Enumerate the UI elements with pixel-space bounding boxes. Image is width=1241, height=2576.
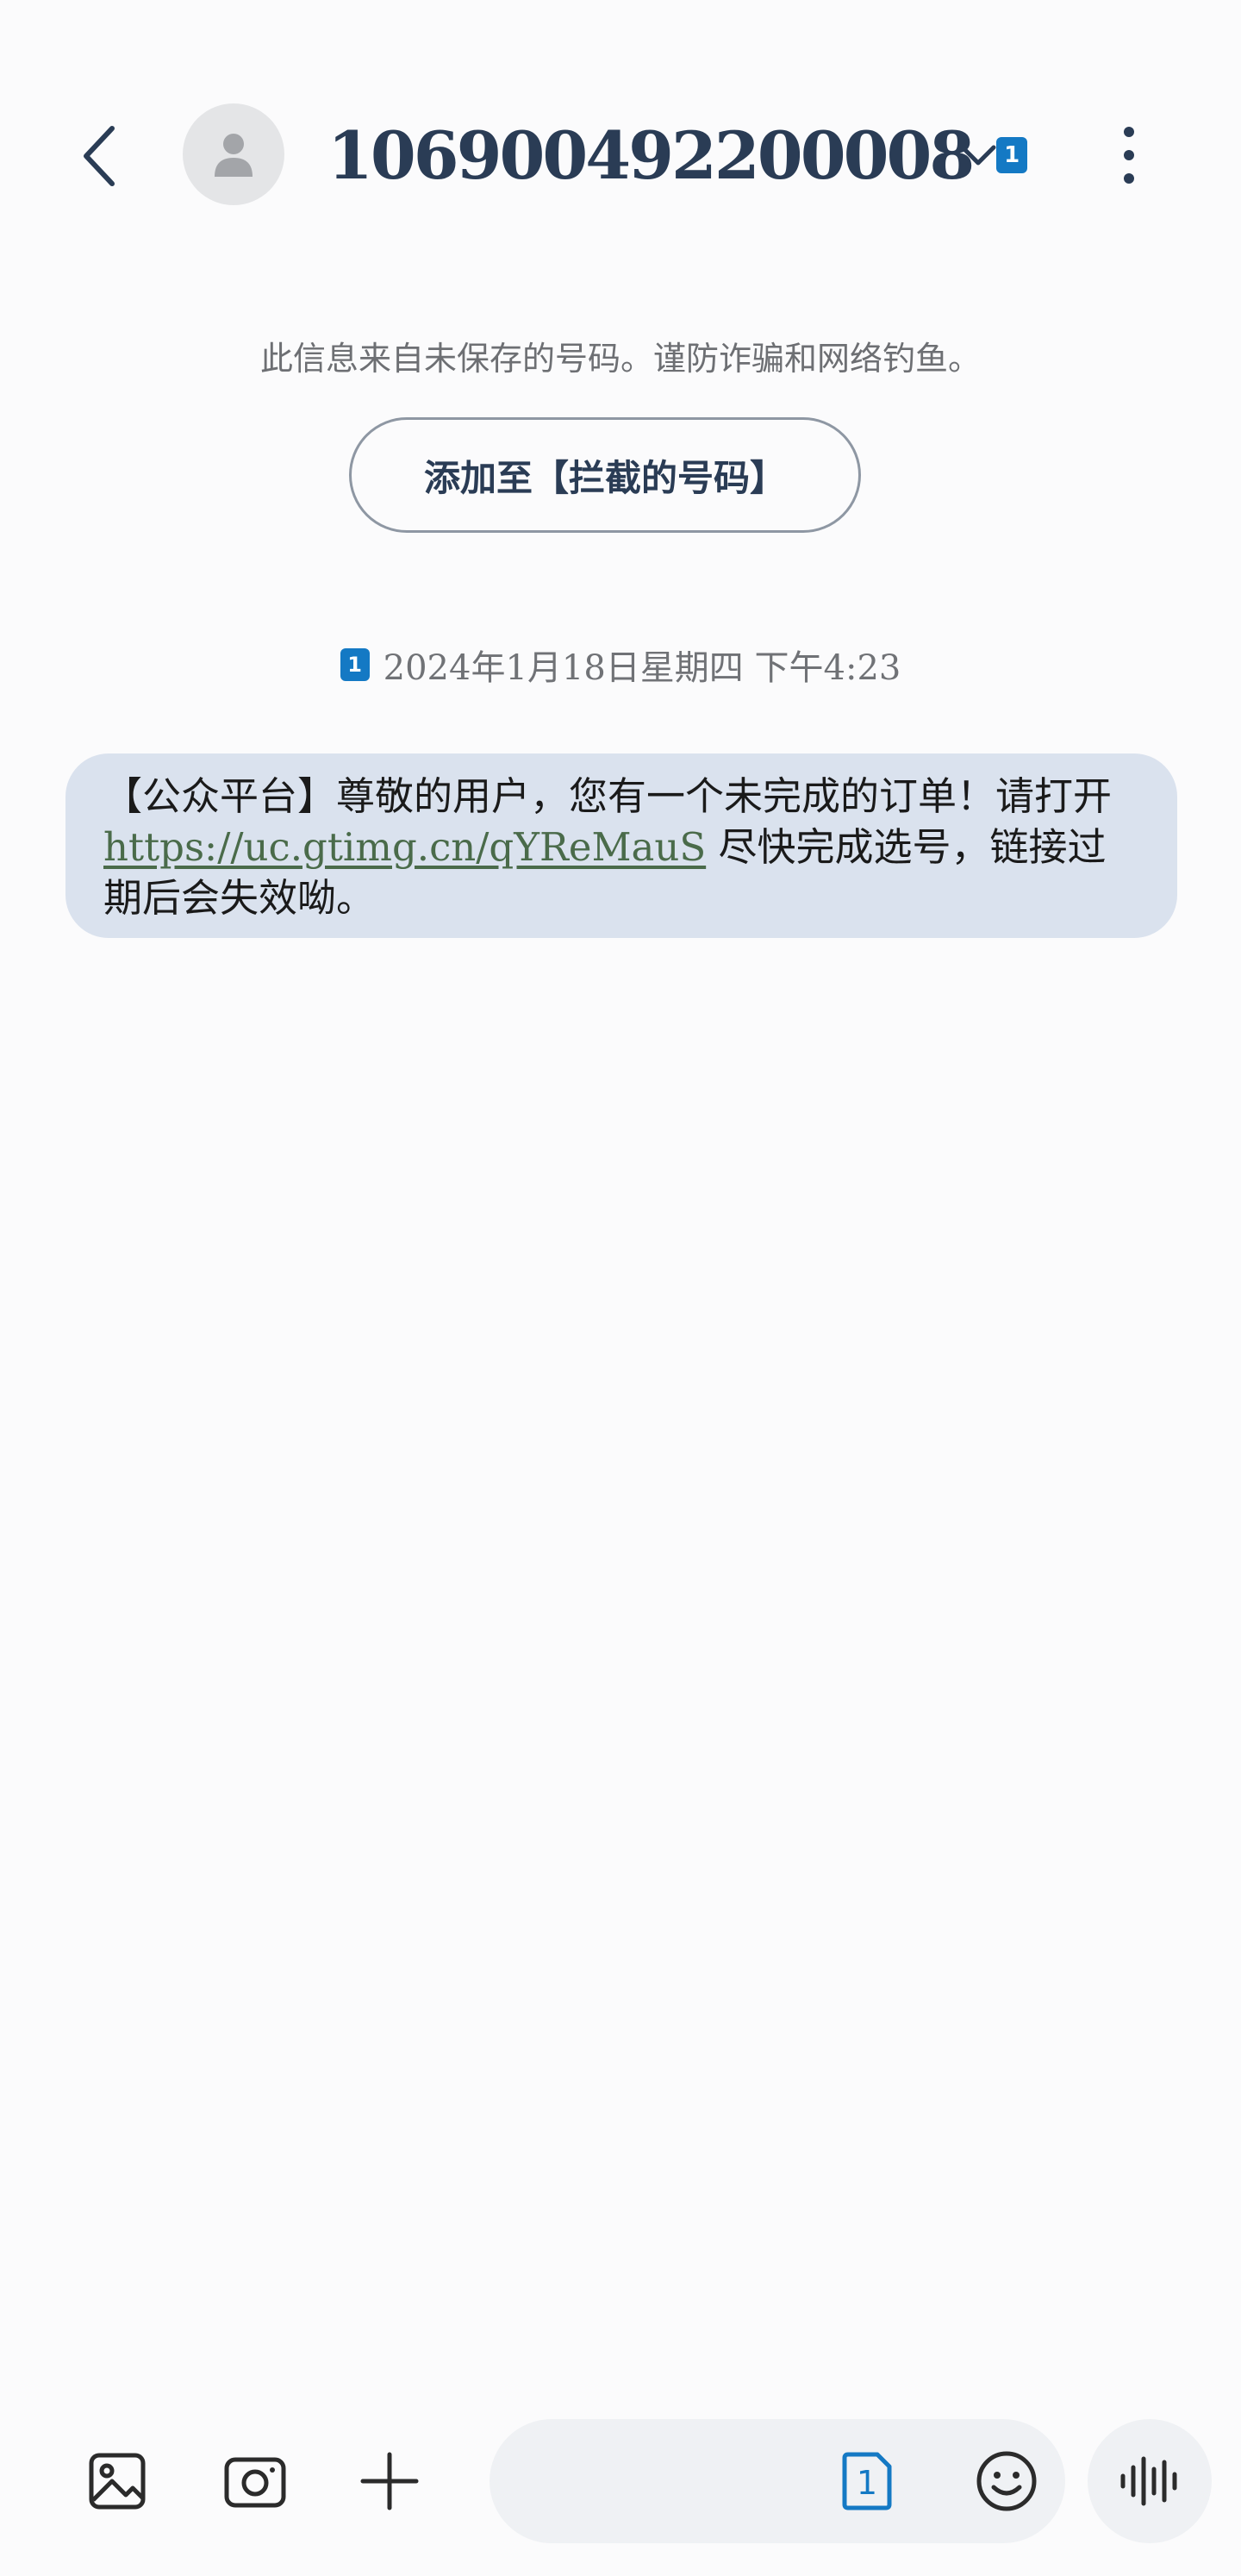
expand-button[interactable]	[948, 121, 1008, 190]
emoji-icon	[976, 2451, 1037, 2511]
plus-icon	[360, 2452, 419, 2510]
unsaved-number-warning: 此信息来自未保存的号码。谨防诈骗和网络钓鱼。	[259, 340, 981, 378]
conversation-header: 106900492200008 1	[0, 86, 1241, 224]
more-vertical-icon	[1124, 127, 1134, 184]
voice-input-button[interactable]	[1088, 2419, 1212, 2543]
sim-badge: 1	[340, 648, 370, 681]
chevron-left-icon	[84, 126, 115, 186]
person-icon	[215, 134, 253, 177]
sim-icon: 1	[842, 2452, 892, 2510]
emoji-button[interactable]	[972, 2447, 1041, 2516]
image-icon	[89, 2453, 146, 2510]
camera-icon	[224, 2457, 286, 2508]
sim-select-button[interactable]: 1	[839, 2450, 895, 2512]
back-button[interactable]	[60, 117, 138, 195]
timestamp-text: 2024年1月18日星期四 下午4:23	[383, 648, 901, 688]
chevron-down-icon	[960, 145, 996, 166]
message-timestamp: 1 2024年1月18日星期四 下午4:23	[0, 640, 1241, 690]
sim-number: 1	[857, 2464, 877, 2502]
sender-number: 106900492200008	[327, 116, 975, 194]
add-attachment-button[interactable]	[346, 2438, 433, 2524]
message-bubble[interactable]: 【公众平台】尊敬的用户，您有一个未完成的订单！请打开 https://uc.gti…	[65, 753, 1177, 938]
gallery-button[interactable]	[74, 2438, 160, 2524]
sender-title[interactable]: 106900492200008 1	[327, 112, 1028, 198]
add-to-blocked-button[interactable]: 添加至【拦截的号码】	[349, 417, 861, 533]
more-options-button[interactable]	[1103, 121, 1155, 190]
message-text: 【公众平台】尊敬的用户，您有一个未完成的订单！请打开	[103, 773, 1113, 819]
voice-wave-icon	[1120, 2456, 1177, 2506]
message-link[interactable]: https://uc.gtimg.cn/qYReMauS	[103, 824, 706, 870]
avatar[interactable]	[183, 103, 284, 205]
composer-bar: 1	[0, 2419, 1241, 2543]
message-input[interactable]: 1	[490, 2419, 1065, 2543]
camera-button[interactable]	[212, 2438, 298, 2524]
